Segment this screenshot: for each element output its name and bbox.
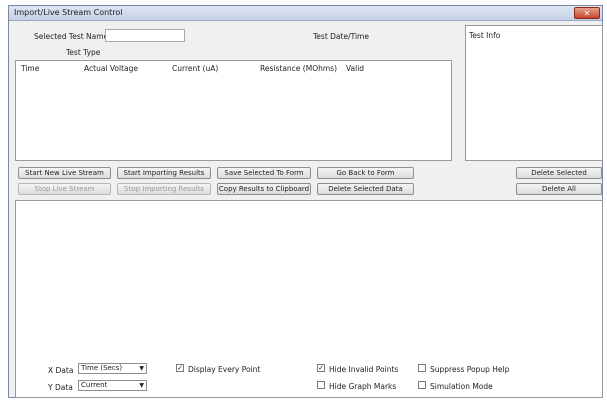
simulation-mode-checkbox[interactable] (418, 381, 426, 389)
title-bar: Import/Live Stream Control ✕ (9, 6, 602, 21)
column-header-valid[interactable]: Valid (346, 64, 364, 73)
hide-invalid-points-label: Hide Invalid Points (329, 365, 399, 374)
delete-selected-data-button[interactable]: Delete Selected Data (317, 183, 414, 195)
graph-area[interactable]: X Data Time (Secs) ▼ Y Data Current ▼ ✓ … (15, 200, 603, 398)
test-date-time-label: Test Date/Time (313, 32, 369, 41)
hide-graph-marks-checkbox[interactable] (317, 381, 325, 389)
delete-all-button[interactable]: Delete All (516, 183, 602, 195)
chevron-down-icon: ▼ (139, 382, 144, 389)
y-data-select[interactable]: Current ▼ (78, 380, 147, 391)
window-client-area: Selected Test Name Test Type Test Date/T… (9, 21, 603, 398)
simulation-mode-label: Simulation Mode (430, 382, 493, 391)
start-importing-results-button[interactable]: Start Importing Results (117, 167, 211, 179)
hide-invalid-points-checkbox[interactable]: ✓ (317, 364, 325, 372)
stop-live-stream-button[interactable]: Stop Live Stream (18, 183, 111, 195)
test-info-label: Test Info (469, 31, 501, 40)
selected-test-name-label: Selected Test Name (34, 32, 109, 41)
results-table[interactable]: Time Actual Voltage Current (uA) Resista… (15, 60, 452, 161)
hide-graph-marks-label: Hide Graph Marks (329, 382, 397, 391)
start-new-live-stream-button[interactable]: Start New Live Stream (18, 167, 111, 179)
display-every-point-checkbox[interactable]: ✓ (176, 364, 184, 372)
x-data-select[interactable]: Time (Secs) ▼ (78, 363, 147, 374)
selected-test-name-field[interactable] (105, 29, 185, 42)
suppress-popup-help-label: Suppress Popup Help (430, 365, 510, 374)
suppress-popup-help-checkbox[interactable] (418, 364, 426, 372)
window-title: Import/Live Stream Control (14, 8, 123, 17)
close-button[interactable]: ✕ (574, 7, 600, 19)
column-header-current[interactable]: Current (uA) (172, 64, 218, 73)
test-info-panel[interactable]: Test Info (465, 25, 603, 161)
go-back-to-form-button[interactable]: Go Back to Form (317, 167, 414, 179)
delete-selected-button[interactable]: Delete Selected (516, 167, 602, 179)
display-every-point-label: Display Every Point (188, 365, 261, 374)
chevron-down-icon: ▼ (139, 365, 144, 372)
x-data-selected-value: Time (Secs) (81, 364, 123, 372)
save-selected-to-form-button[interactable]: Save Selected To Form (217, 167, 311, 179)
y-data-selected-value: Current (81, 381, 108, 389)
column-header-actual-voltage[interactable]: Actual Voltage (84, 64, 138, 73)
column-header-resistance[interactable]: Resistance (MOhms) (260, 64, 337, 73)
import-live-stream-window: Import/Live Stream Control ✕ Selected Te… (8, 5, 603, 398)
x-data-label: X Data (48, 366, 74, 375)
stop-importing-results-button[interactable]: Stop Importing Results (117, 183, 211, 195)
test-type-label: Test Type (66, 48, 101, 57)
column-header-time[interactable]: Time (21, 64, 39, 73)
copy-results-to-clipboard-button[interactable]: Copy Results to Clipboard (217, 183, 311, 195)
y-data-label: Y Data (48, 383, 73, 392)
